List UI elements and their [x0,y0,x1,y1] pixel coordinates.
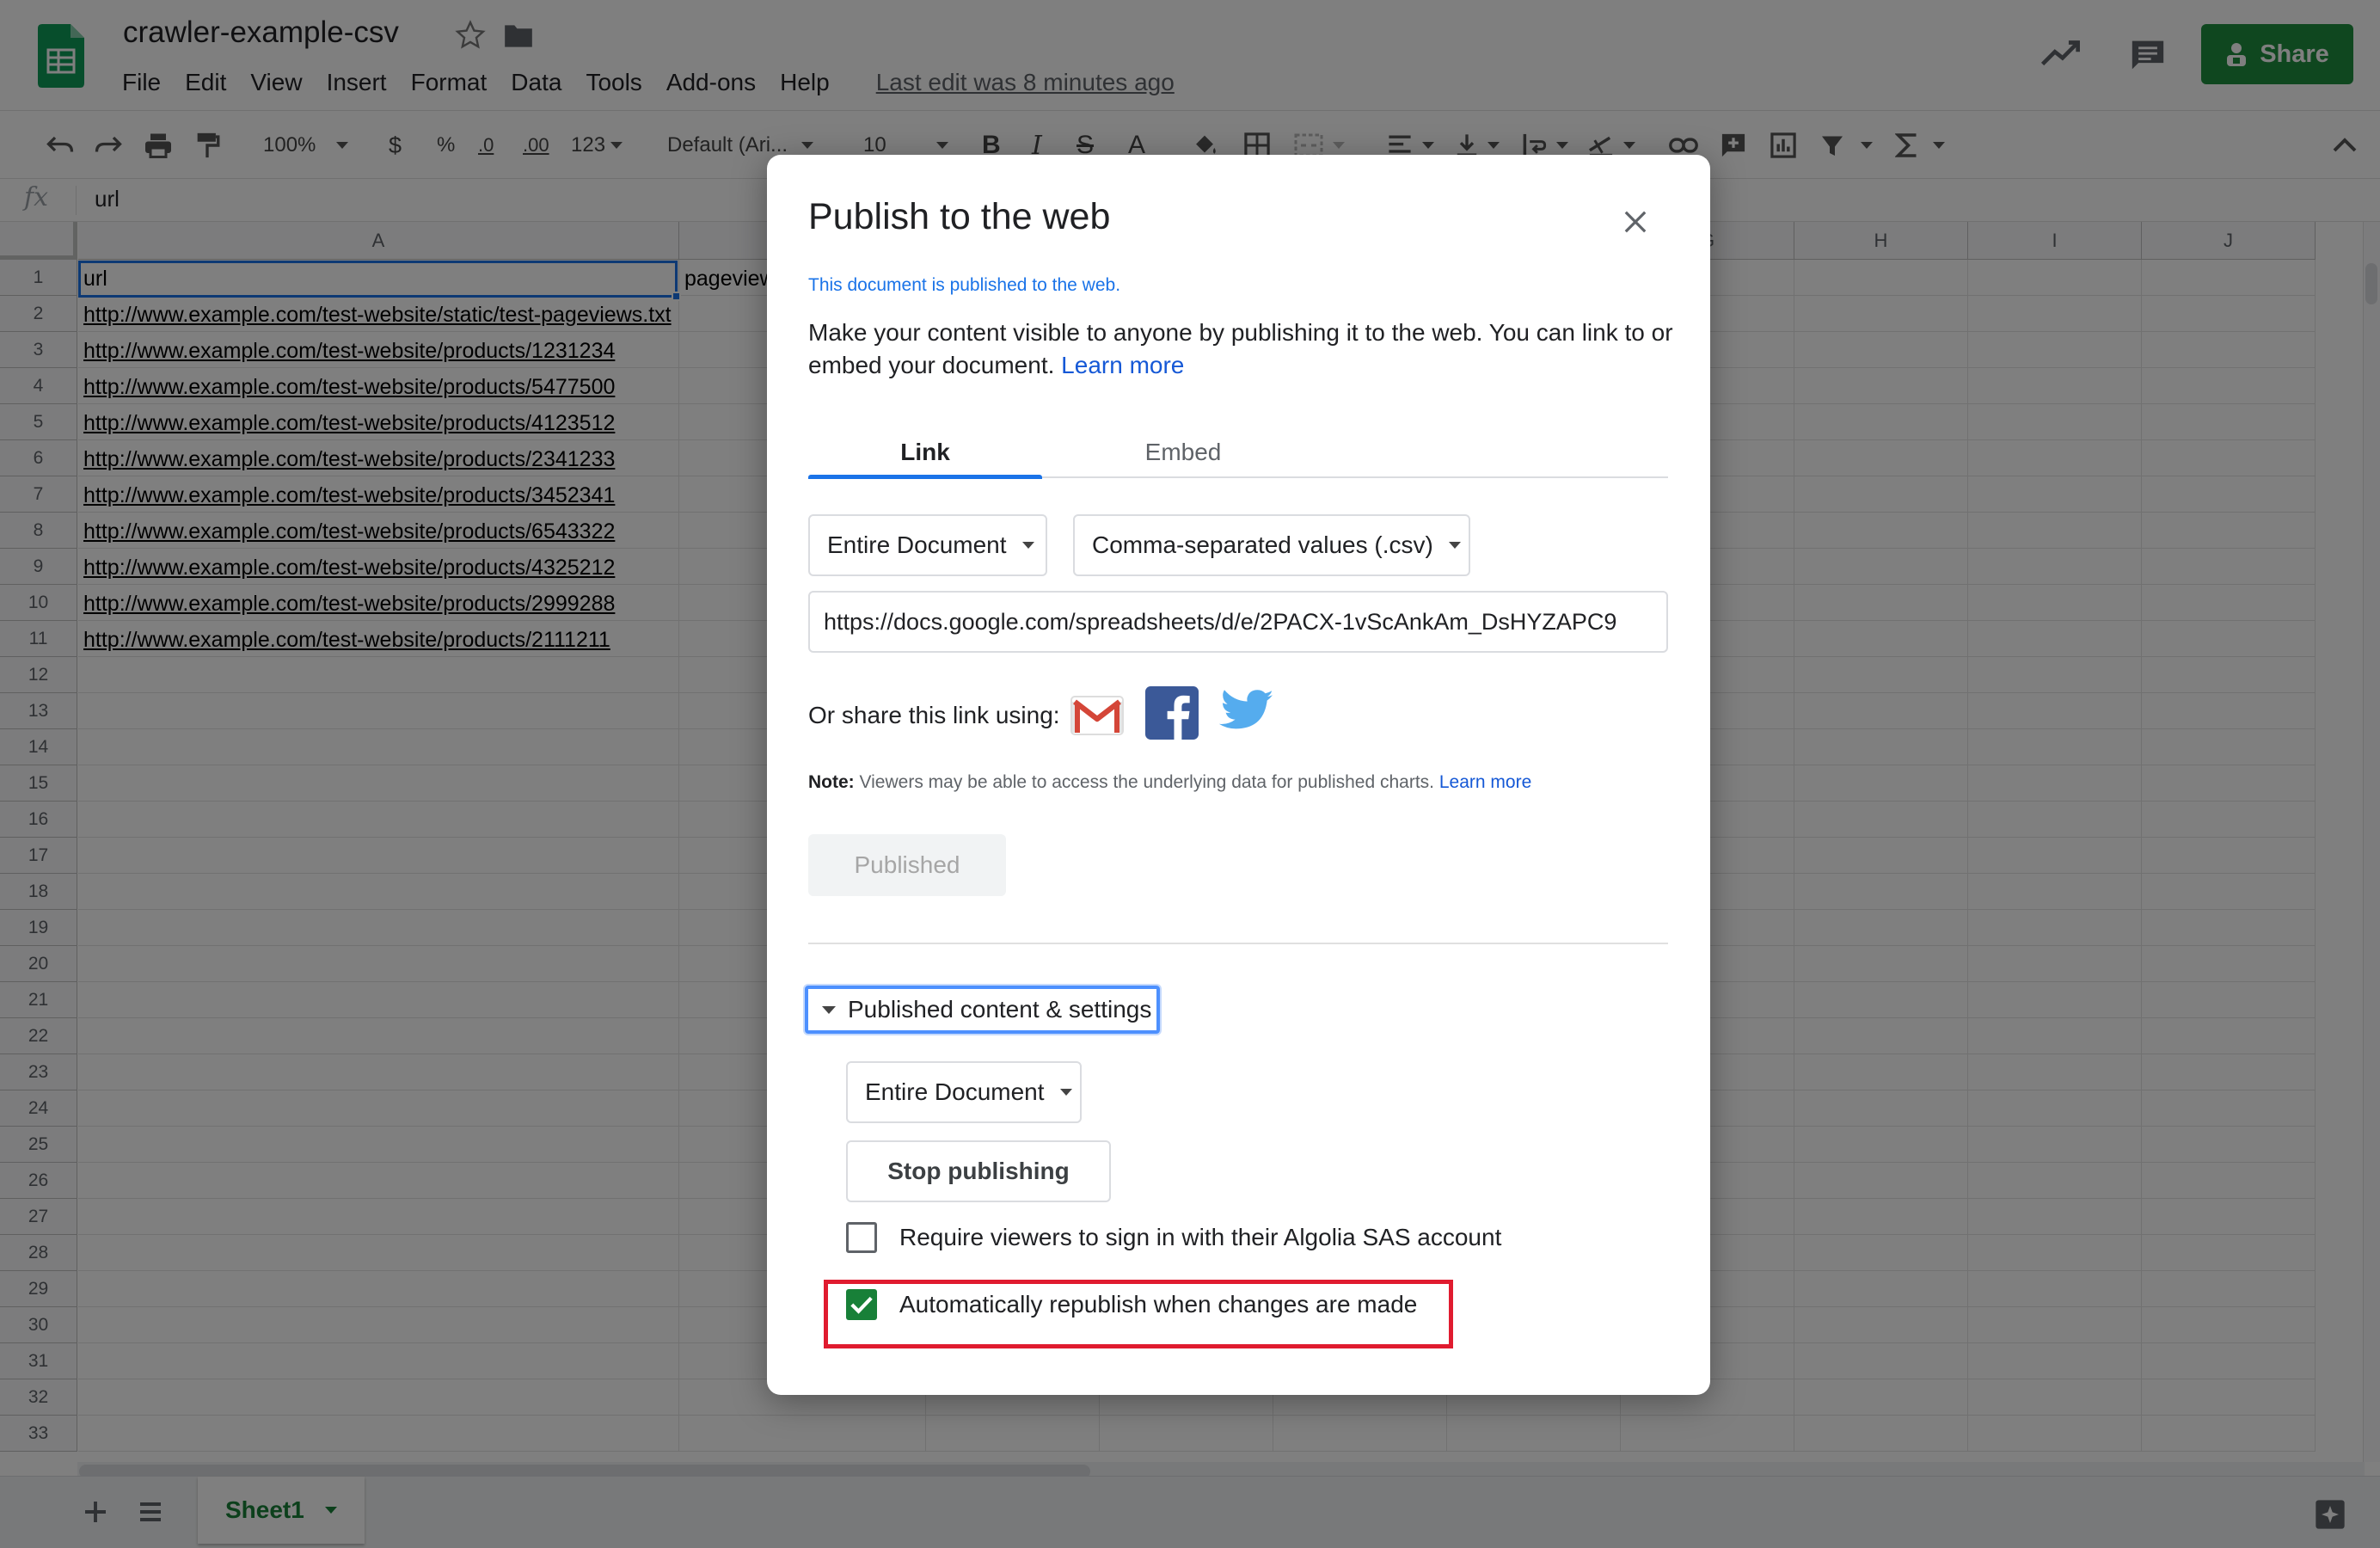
section-divider [808,943,1668,944]
chevron-down-icon [1021,542,1034,549]
published-url-field[interactable] [808,591,1668,653]
gmail-icon[interactable] [1070,690,1125,741]
require-signin-checkbox[interactable] [846,1222,877,1253]
published-content-dropdown[interactable]: Entire Document [846,1061,1082,1123]
charts-note: Note: Viewers may be able to access the … [808,772,1531,793]
note-learn-more-link[interactable]: Learn more [1439,772,1531,792]
facebook-icon[interactable] [1145,686,1199,740]
annotation-highlight-box [824,1280,1453,1348]
share-prompt: Or share this link using: [808,702,1060,728]
publish-status: This document is published to the web. [808,275,1121,295]
publish-dialog: Publish to the web This document is publ… [767,155,1710,1395]
require-signin-label: Require viewers to sign in with their Al… [899,1224,1502,1250]
tab-embed[interactable]: Embed [1066,427,1300,478]
dialog-title: Publish to the web [808,196,1111,237]
stop-publishing-button[interactable]: Stop publishing [846,1140,1111,1202]
published-settings-toggle[interactable]: Published content & settings [805,986,1161,1034]
require-signin-option[interactable]: Require viewers to sign in with their Al… [846,1216,1501,1259]
twitter-icon[interactable] [1216,686,1274,740]
publish-tabs: Link Embed [808,427,1668,479]
active-tab-indicator [808,475,1042,479]
note-text: Viewers may be able to access the underl… [859,772,1435,792]
tab-link[interactable]: Link [808,427,1042,478]
publish-scope-dropdown[interactable]: Entire Document [808,514,1047,576]
published-content-value: Entire Document [865,1078,1045,1105]
publish-format-dropdown[interactable]: Comma-separated values (.csv) [1073,514,1470,576]
dialog-description: Make your content visible to anyone by p… [808,316,1677,382]
publish-scope-value: Entire Document [827,531,1007,558]
note-label: Note: [808,772,855,792]
published-settings-label: Published content & settings [848,996,1152,1023]
expand-triangle-icon [822,1005,836,1014]
published-button: Published [808,834,1006,896]
publish-format-value: Comma-separated values (.csv) [1092,531,1433,558]
chevron-down-icon [1448,542,1461,549]
chevron-down-icon [1059,1089,1072,1096]
description-text: Make your content visible to anyone by p… [808,319,1673,378]
close-icon[interactable] [1622,208,1649,236]
learn-more-link[interactable]: Learn more [1061,352,1184,378]
